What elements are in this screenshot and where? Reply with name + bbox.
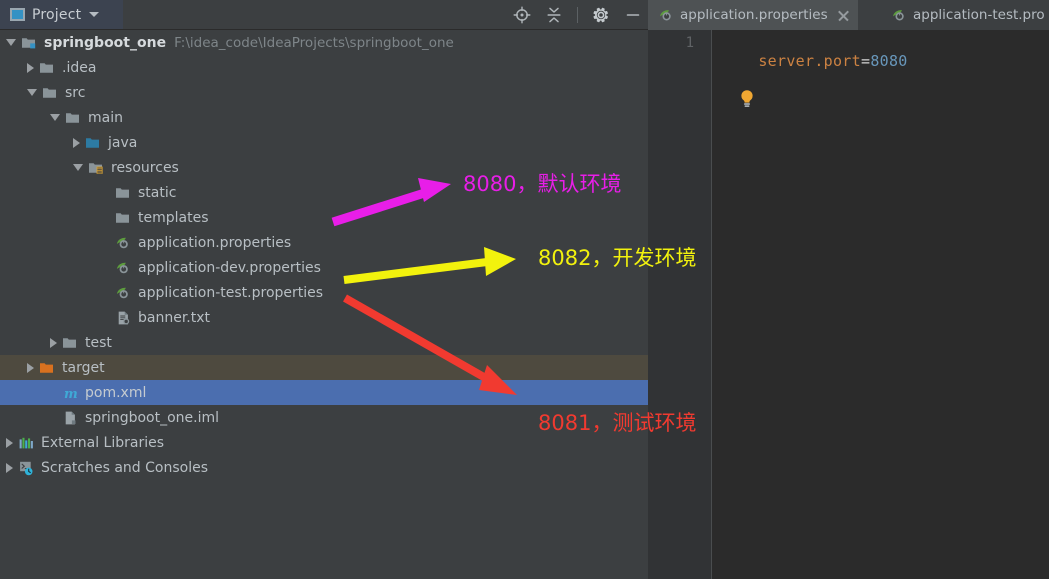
tree-row-java[interactable]: java xyxy=(0,130,648,155)
module-folder-icon xyxy=(22,37,36,48)
folder-icon xyxy=(116,187,129,198)
toolbar-divider xyxy=(577,6,578,23)
tree-row-application-dev-properties[interactable]: application-dev.properties xyxy=(0,255,648,280)
resource-root-icon xyxy=(89,162,103,174)
tree-row-src[interactable]: src xyxy=(0,80,648,105)
tree-row-springboot-one-iml[interactable]: springboot_one.iml xyxy=(0,405,648,430)
line-number: 1 xyxy=(685,35,694,51)
project-tree[interactable]: springboot_one F:\idea_code\IdeaProjects… xyxy=(0,30,648,579)
tree-label: springboot_one xyxy=(44,34,167,51)
text-file-icon xyxy=(118,311,130,324)
tree-label: springboot_one.iml xyxy=(85,409,220,426)
scratches-icon xyxy=(20,461,33,475)
tree-label: resources xyxy=(111,159,179,176)
chevron-down-icon[interactable] xyxy=(6,39,16,46)
chevron-down-icon[interactable] xyxy=(73,164,83,171)
spring-properties-icon xyxy=(660,10,671,21)
tree-label: static xyxy=(138,184,177,201)
tree-label: src xyxy=(65,84,86,101)
editor-area[interactable]: 1 server.port=8080 xyxy=(648,30,1049,579)
tree-label: application-test.properties xyxy=(138,284,324,301)
folder-icon xyxy=(43,87,56,98)
property-value: 8080 xyxy=(870,52,908,70)
chevron-down-icon[interactable] xyxy=(89,12,100,17)
tree-label: main xyxy=(88,109,123,126)
locate-icon[interactable] xyxy=(513,6,531,24)
maven-icon: m xyxy=(64,387,78,401)
lightbulb-icon[interactable] xyxy=(738,89,756,109)
tree-label: application-dev.properties xyxy=(138,259,321,276)
tree-row-springboot-one[interactable]: springboot_one F:\idea_code\IdeaProjects… xyxy=(0,30,648,55)
tree-row-external-libraries[interactable]: External Libraries xyxy=(0,430,648,455)
tree-row-resources[interactable]: resources xyxy=(0,155,648,180)
libraries-icon xyxy=(19,437,33,448)
tree-label: java xyxy=(108,134,138,151)
chevron-right-icon[interactable] xyxy=(6,437,13,448)
spring-properties-icon xyxy=(116,262,128,273)
project-toolwindow-button[interactable]: Project xyxy=(0,0,123,29)
chevron-down-icon[interactable] xyxy=(27,89,37,96)
chevron-right-icon[interactable] xyxy=(6,462,13,473)
chevron-right-icon[interactable] xyxy=(50,337,57,348)
toolwindow-actions xyxy=(513,0,642,29)
editor-tab-label: application.properties xyxy=(680,7,828,23)
project-toolwindow-title: Project xyxy=(32,6,82,23)
project-toolwindow-header: Project xyxy=(0,0,648,30)
property-key: server.port xyxy=(758,52,861,70)
project-path: F:\idea_code\IdeaProjects\springboot_one xyxy=(174,34,454,51)
tree-label: banner.txt xyxy=(138,309,211,326)
folder-icon xyxy=(116,212,129,223)
tree-row-target[interactable]: target xyxy=(0,355,648,380)
close-icon[interactable] xyxy=(837,9,850,22)
editor-tab-bar: application.properties application-test.… xyxy=(648,0,1049,30)
chevron-down-icon[interactable] xyxy=(50,114,60,121)
tree-label: target xyxy=(62,359,105,376)
iml-file-icon xyxy=(65,411,76,424)
editor-tab-application-properties[interactable]: application.properties xyxy=(648,0,858,30)
chevron-right-icon[interactable] xyxy=(27,62,34,73)
svg-text:m: m xyxy=(64,387,78,401)
editor-tab-application-test-properties[interactable]: application-test.pro xyxy=(881,0,1049,30)
gear-icon[interactable] xyxy=(592,6,610,24)
source-root-icon xyxy=(86,137,99,148)
tree-row-templates[interactable]: templates xyxy=(0,205,648,230)
tree-label: pom.xml xyxy=(85,384,147,401)
project-window-icon xyxy=(10,8,25,21)
tree-row-test[interactable]: test xyxy=(0,330,648,355)
editor-code-line[interactable]: server.port=8080 xyxy=(721,34,908,88)
tree-row-main[interactable]: main xyxy=(0,105,648,130)
excluded-folder-icon xyxy=(40,362,53,373)
tree-row-pom-xml[interactable]: m pom.xml xyxy=(0,380,648,405)
tree-row-application-properties[interactable]: application.properties xyxy=(0,230,648,255)
folder-icon xyxy=(63,337,76,348)
editor-gutter[interactable]: 1 xyxy=(648,30,712,579)
tree-row-application-test-properties[interactable]: application-test.properties xyxy=(0,280,648,305)
folder-icon xyxy=(66,112,79,123)
property-equals: = xyxy=(860,52,871,70)
tree-label: templates xyxy=(138,209,209,226)
minimize-icon[interactable] xyxy=(624,6,642,24)
collapse-all-icon[interactable] xyxy=(545,6,563,24)
tree-label: Scratches and Consoles xyxy=(41,459,208,476)
tree-row-banner-txt[interactable]: banner.txt xyxy=(0,305,648,330)
tree-label: test xyxy=(85,334,112,351)
folder-icon xyxy=(40,62,53,73)
tree-row-scratches-and-consoles[interactable]: Scratches and Consoles xyxy=(0,455,648,480)
spring-properties-icon xyxy=(116,237,128,248)
spring-properties-icon xyxy=(893,10,904,21)
tree-row-static[interactable]: static xyxy=(0,180,648,205)
tree-label: .idea xyxy=(62,59,97,76)
tree-label: External Libraries xyxy=(41,434,164,451)
tree-row-idea[interactable]: .idea xyxy=(0,55,648,80)
spring-properties-icon xyxy=(116,287,128,298)
editor-tab-label: application-test.pro xyxy=(913,7,1045,23)
chevron-right-icon[interactable] xyxy=(73,137,80,148)
chevron-right-icon[interactable] xyxy=(27,362,34,373)
tree-label: application.properties xyxy=(138,234,292,251)
